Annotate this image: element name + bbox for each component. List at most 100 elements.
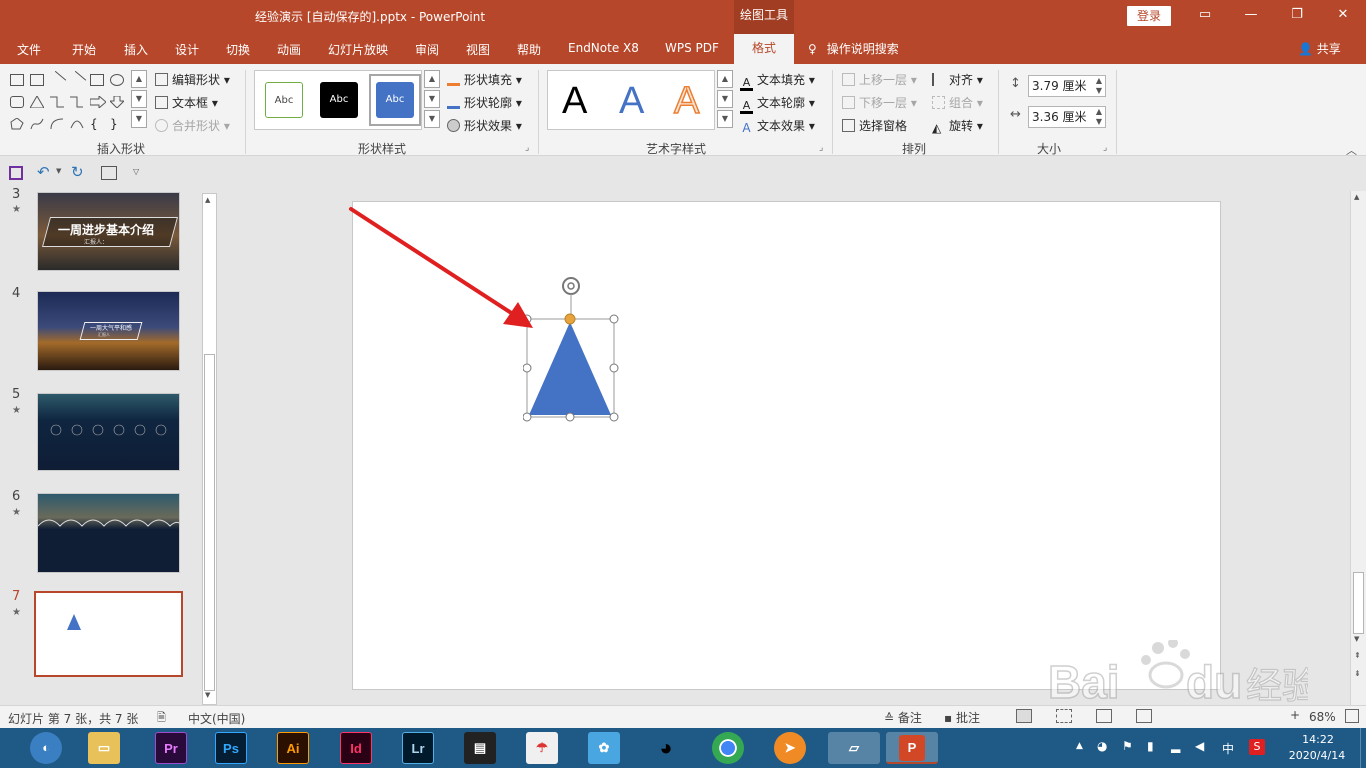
browser-icon[interactable]: ◐ bbox=[30, 732, 62, 764]
share-button[interactable]: 👤 共享 bbox=[1298, 40, 1341, 57]
align-button[interactable]: 对齐 ▾ bbox=[932, 71, 983, 88]
rotate-button[interactable]: ◭ 旋转 ▾ bbox=[932, 117, 983, 135]
arc-shape-icon[interactable] bbox=[50, 118, 64, 130]
scroll-down-icon[interactable]: ▼ bbox=[205, 691, 210, 699]
elbow-arrow-connector-icon[interactable] bbox=[70, 96, 84, 108]
send-backward-button[interactable]: 下移一层 ▾ bbox=[842, 94, 917, 111]
clock-time[interactable]: 14:22 bbox=[1296, 733, 1340, 746]
photoshop-icon[interactable]: Ps bbox=[215, 732, 247, 764]
shape-style-blue-fill[interactable]: Abc bbox=[376, 82, 414, 118]
collapse-ribbon-icon[interactable]: ︿ bbox=[1346, 142, 1357, 158]
scrollbar-thumb[interactable] bbox=[1353, 572, 1364, 634]
save-icon[interactable] bbox=[9, 166, 23, 180]
edit-shape-button[interactable]: 编辑形状 ▾ bbox=[155, 71, 230, 88]
lightroom-icon[interactable]: Lr bbox=[402, 732, 434, 764]
tab-format[interactable]: 格式 bbox=[734, 34, 794, 64]
comments-button[interactable]: ▪ 批注 bbox=[944, 709, 980, 726]
freeform-shape-icon[interactable] bbox=[10, 117, 24, 130]
shape-width-input[interactable]: 3.36 厘米 ▲ ▼ bbox=[1028, 106, 1106, 128]
slide-thumbnail-3[interactable]: 一周进步基本介绍 汇报人： bbox=[37, 192, 180, 271]
shape-effects-button[interactable]: 形状效果 ▾ bbox=[447, 117, 522, 134]
tab-review[interactable]: 审阅 bbox=[415, 41, 439, 58]
slide-sorter-icon[interactable] bbox=[1056, 709, 1072, 723]
oval-shape-icon[interactable] bbox=[110, 74, 124, 86]
zoom-level[interactable]: 68% bbox=[1309, 710, 1336, 724]
slide-thumbnail-7-selected[interactable] bbox=[34, 591, 183, 677]
input-method-indicator[interactable]: 中 bbox=[1222, 740, 1234, 757]
scroll-up-icon[interactable]: ▲ bbox=[1354, 193, 1359, 201]
slideshow-view-icon[interactable] bbox=[1136, 709, 1152, 723]
normal-view-icon[interactable] bbox=[1016, 709, 1032, 723]
arrow-line-shape-icon[interactable] bbox=[67, 70, 87, 90]
notes-app-icon[interactable]: ▱ bbox=[828, 732, 880, 764]
vertical-textbox-shape-icon[interactable] bbox=[30, 74, 44, 86]
bring-forward-button[interactable]: 上移一层 ▾ bbox=[842, 71, 917, 88]
scroll-up-icon[interactable]: ▲ bbox=[424, 70, 440, 88]
wordart-style-orange-outline[interactable]: A bbox=[673, 71, 700, 131]
music-player-icon[interactable]: ➤ bbox=[774, 732, 806, 764]
redo-icon[interactable]: ↻ bbox=[71, 163, 84, 181]
text-fill-button[interactable]: A 文本填充 ▾ bbox=[740, 71, 815, 91]
start-slideshow-icon[interactable] bbox=[101, 166, 117, 180]
wordart-style-blue[interactable]: A bbox=[619, 71, 644, 131]
fit-to-window-icon[interactable] bbox=[1345, 709, 1359, 723]
previous-slide-icon[interactable]: ⇞ bbox=[1354, 651, 1361, 660]
scroll-down-icon[interactable]: ▼ bbox=[1354, 635, 1359, 643]
editor-scrollbar[interactable]: ▲ ▼ ⇞ ⇟ bbox=[1350, 191, 1366, 705]
scroll-down-icon[interactable]: ▼ bbox=[131, 90, 147, 108]
next-slide-icon[interactable]: ⇟ bbox=[1354, 669, 1361, 678]
triangle-shape-icon[interactable] bbox=[29, 95, 45, 109]
size-launcher-icon[interactable]: ⌟ bbox=[1103, 143, 1107, 153]
bird-app-icon[interactable]: ✿ bbox=[588, 732, 620, 764]
premiere-icon[interactable]: Pr bbox=[155, 732, 187, 764]
scribble-shape-icon[interactable] bbox=[30, 118, 44, 130]
more-icon[interactable]: ▼ bbox=[424, 110, 440, 128]
tab-home[interactable]: 开始 bbox=[72, 41, 96, 58]
show-desktop-button[interactable] bbox=[1360, 728, 1366, 768]
shape-styles-gallery[interactable]: Abc Abc Abc bbox=[254, 70, 422, 130]
shapes-gallery-scroll[interactable]: ▲ ▼ ▼ bbox=[131, 70, 147, 130]
scroll-up-icon[interactable]: ▲ bbox=[717, 70, 733, 88]
tab-file[interactable]: 文件 bbox=[17, 41, 41, 58]
more-icon[interactable]: ▼ bbox=[717, 110, 733, 128]
powerpoint-taskbar-icon[interactable]: P bbox=[886, 732, 938, 764]
selected-triangle-shape[interactable] bbox=[523, 272, 623, 424]
group-button[interactable]: 组合 ▾ bbox=[932, 94, 983, 111]
wordart-style-black[interactable]: A bbox=[562, 71, 587, 131]
file-explorer-icon[interactable]: ▭ bbox=[88, 732, 120, 764]
maximize-icon[interactable]: ❐ bbox=[1274, 0, 1320, 30]
tab-transitions[interactable]: 切换 bbox=[226, 41, 250, 58]
indesign-icon[interactable]: Id bbox=[340, 732, 372, 764]
illustrator-icon[interactable]: Ai bbox=[277, 732, 309, 764]
scroll-up-icon[interactable]: ▲ bbox=[205, 196, 210, 204]
shape-style-black-fill[interactable]: Abc bbox=[320, 82, 358, 118]
text-outline-button[interactable]: A 文本轮廓 ▾ bbox=[740, 94, 815, 114]
shape-style-outline-green[interactable]: Abc bbox=[265, 82, 303, 118]
show-hidden-icons-icon[interactable]: ▲ bbox=[1076, 741, 1083, 751]
text-box-button[interactable]: 文本框 ▾ bbox=[155, 94, 218, 111]
scroll-down-icon[interactable]: ▼ bbox=[424, 90, 440, 108]
rounded-rectangle-shape-icon[interactable] bbox=[10, 96, 24, 108]
chrome-icon[interactable] bbox=[712, 732, 744, 764]
video-editor-icon[interactable]: ▤ bbox=[464, 732, 496, 764]
spellcheck-icon[interactable]: 🗎 bbox=[157, 709, 166, 728]
curve-shape-icon[interactable] bbox=[70, 118, 84, 130]
undo-dropdown-icon[interactable]: ▼ bbox=[56, 167, 61, 175]
tab-animations[interactable]: 动画 bbox=[277, 41, 301, 58]
login-button[interactable]: 登录 bbox=[1127, 6, 1171, 26]
tab-help[interactable]: 帮助 bbox=[517, 41, 541, 58]
minimize-icon[interactable]: — bbox=[1228, 0, 1274, 30]
textbox-shape-icon[interactable] bbox=[10, 74, 24, 86]
wordart-styles-launcher-icon[interactable]: ⌟ bbox=[819, 143, 823, 153]
tell-me-search[interactable]: ♀ 操作说明搜索 bbox=[808, 40, 899, 57]
umbrella-app-icon[interactable]: ☂ bbox=[526, 732, 558, 764]
tab-endnote[interactable]: EndNote X8 bbox=[568, 41, 639, 55]
scroll-up-icon[interactable]: ▲ bbox=[131, 70, 147, 88]
notes-button[interactable]: ≙ 备注 bbox=[884, 709, 922, 726]
tab-view[interactable]: 视图 bbox=[466, 41, 490, 58]
qq-icon[interactable]: ◕ bbox=[650, 732, 682, 764]
shapes-gallery[interactable]: { } bbox=[10, 70, 130, 132]
tab-slideshow[interactable]: 幻灯片放映 bbox=[328, 41, 388, 58]
scrollbar-thumb[interactable] bbox=[204, 354, 215, 691]
shape-height-input[interactable]: 3.79 厘米 ▲ ▼ bbox=[1028, 75, 1106, 97]
